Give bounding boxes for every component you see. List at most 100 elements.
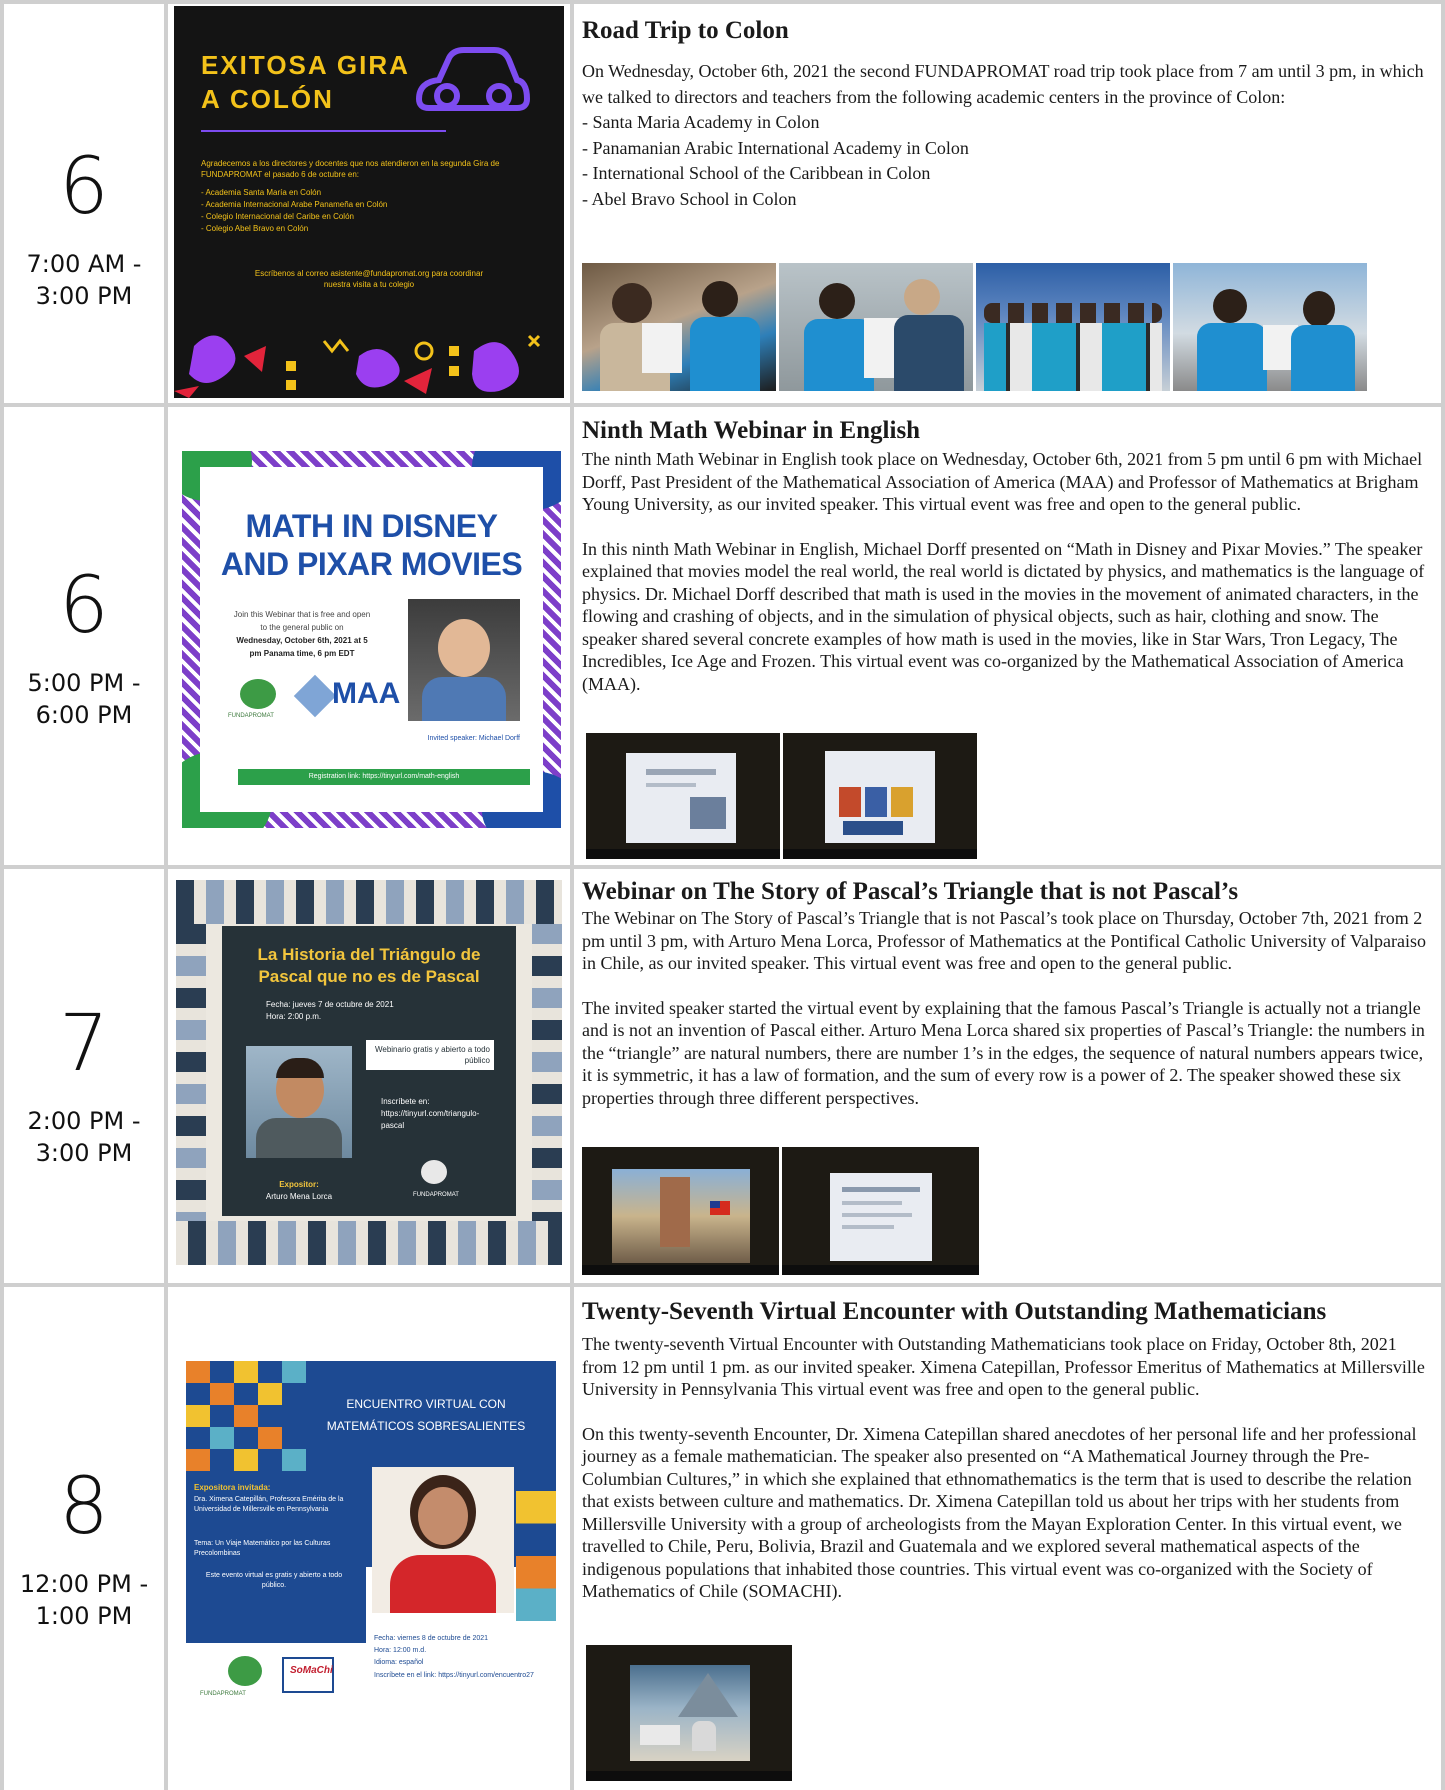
list-item: - International School of the Caribbean … <box>582 163 931 183</box>
event-description: In this ninth Math Webinar in English, M… <box>582 538 1425 694</box>
fundapromat-logo <box>240 679 276 709</box>
poster-hour: Hora: 2:00 p.m. <box>266 1012 322 1021</box>
event-description: The twenty-seventh Virtual Encounter wit… <box>582 1334 1425 1399</box>
event-day: 7 <box>59 999 109 1089</box>
event-date: 7 2:00 PM - 3:00 PM <box>4 1005 164 1169</box>
triangle-pattern-bottom <box>176 1221 562 1265</box>
poster-register: Registration link: https://tinyurl.com/m… <box>238 769 530 785</box>
poster-body: Join this Webinar that is free and open … <box>233 610 371 632</box>
poster-org: FUNDAPROMAT <box>228 713 274 719</box>
event-school-list: - Santa Maria Academy in Colon - Panaman… <box>582 110 1432 212</box>
poster-org: FUNDAPROMAT <box>413 1192 459 1198</box>
event-photo <box>976 263 1170 391</box>
color-blocks <box>516 1491 556 1621</box>
mosaic <box>186 1361 306 1473</box>
event-photo-gallery <box>586 733 977 859</box>
poster-free: Este evento virtual es gratis y abierto … <box>205 1572 343 1589</box>
grid-row-3 <box>0 1283 1445 1287</box>
event-photo-gallery <box>582 1147 979 1275</box>
grid-border-right <box>1441 0 1445 1790</box>
speaker-photo <box>246 1046 352 1158</box>
event-photo-gallery <box>582 263 1367 391</box>
poster-org2: SoMaChi <box>290 1665 333 1676</box>
poster-register: Inscríbete en: https://tinyurl.com/trian… <box>381 1097 480 1130</box>
poster-speaker-label: Expositor: <box>279 1180 319 1189</box>
grid-col-2 <box>570 0 574 1790</box>
poster-date: Wednesday, October 6th, 2021 at 5 pm Pan… <box>236 636 368 658</box>
poster-headline: ENCUENTRO VIRTUAL CON MATEMÁTICOS SOBRES… <box>326 1397 526 1433</box>
event-title: Road Trip to Colon <box>582 17 789 44</box>
triangle-pattern-top <box>176 880 562 924</box>
event-content: Road Trip to Colon On Wednesday, October… <box>582 16 1432 212</box>
poster-free: Webinario gratis y abierto a todo públic… <box>366 1040 494 1070</box>
event-content: Twenty-Seventh Virtual Encounter with Ou… <box>582 1297 1432 1603</box>
event-title: Twenty-Seventh Virtual Encounter with Ou… <box>582 1298 1327 1325</box>
fundapromat-logo <box>421 1160 447 1184</box>
event-time: 5:00 PM - 6:00 PM <box>27 669 141 729</box>
poster-encuentro: ENCUENTRO VIRTUAL CON MATEMÁTICOS SOBRES… <box>186 1361 556 1745</box>
poster-speaker-label: Expositora invitada: <box>194 1483 271 1492</box>
event-content: Ninth Math Webinar in English The ninth … <box>582 416 1432 695</box>
list-item: - Panamanian Arabic International Academ… <box>582 137 969 158</box>
event-title: Ninth Math Webinar in English <box>582 417 921 444</box>
event-day: 6 <box>59 142 109 232</box>
event-photo <box>779 263 973 391</box>
event-time: 12:00 PM - 1:00 PM <box>19 1570 149 1630</box>
poster-cta: Escríbenos al correo asistente@fundaprom… <box>254 269 484 289</box>
event-description: The invited speaker started the virtual … <box>582 997 1425 1108</box>
poster-item: - Colegio Abel Bravo en Colón <box>201 224 309 233</box>
event-content: Webinar on The Story of Pascal’s Triangl… <box>582 877 1432 1109</box>
event-screenshot <box>586 733 780 859</box>
poster-math-disney: MATH IN DISNEY AND PIXAR MOVIES Join thi… <box>182 451 561 828</box>
poster-body: Agradecemos a los directores y docentes … <box>201 159 500 179</box>
poster-headline: EXITOSA GIRA A COLÓN <box>201 50 410 114</box>
poster-topic: Tema: Un Viaje Matemático por las Cultur… <box>194 1540 331 1557</box>
list-item: - Santa Maria Academy in Colon <box>582 112 820 132</box>
event-screenshot <box>582 1147 779 1275</box>
event-date: 8 12:00 PM - 1:00 PM <box>4 1468 164 1632</box>
poster-item: - Colegio Internacional del Caribe en Co… <box>201 212 354 221</box>
poster-speaker: Dra. Ximena Catepillán, Profesora Emérit… <box>194 1496 344 1513</box>
poster-date: Fecha: viernes 8 de octubre de 2021 <box>374 1635 489 1642</box>
event-time: 7:00 AM - 3:00 PM <box>26 250 142 310</box>
poster-register: Inscríbete en el link: https://tinyurl.c… <box>374 1672 534 1679</box>
grid-border-top <box>0 0 1445 4</box>
triangle-pattern-left <box>176 924 206 1221</box>
poster-headline: MATH IN DISNEY AND PIXAR MOVIES <box>220 508 523 582</box>
event-description: The ninth Math Webinar in English took p… <box>582 449 1423 514</box>
poster-pascal: La Historia del Triángulo de Pascal que … <box>176 880 562 1265</box>
grid-col-1 <box>164 0 168 1790</box>
event-description: The Webinar on The Story of Pascal’s Tri… <box>582 908 1426 973</box>
event-title: Webinar on The Story of Pascal’s Triangl… <box>582 878 1239 905</box>
poster-lang: Idioma: español <box>374 1659 424 1666</box>
grid-row-2 <box>0 865 1445 869</box>
event-description: On this twenty-seventh Encounter, Dr. Xi… <box>582 1423 1417 1602</box>
poster-hour: Hora: 12:00 m.d. <box>374 1647 427 1654</box>
poster-headline: La Historia del Triángulo de Pascal que … <box>257 945 481 986</box>
poster-divider <box>201 130 446 132</box>
poster-colon: EXITOSA GIRA A COLÓN Agradecemos a los d… <box>174 6 564 398</box>
poster-item: - Academia Internacional Arabe Panameña … <box>201 200 388 209</box>
confetti-shapes <box>174 334 541 398</box>
event-time: 2:00 PM - 3:00 PM <box>27 1107 141 1167</box>
speaker-photo <box>372 1467 514 1613</box>
event-photo-gallery <box>586 1645 792 1781</box>
poster-org: FUNDAPROMAT <box>200 1691 246 1697</box>
event-day: 6 <box>59 561 109 651</box>
fundapromat-logo <box>228 1656 262 1686</box>
car-icon <box>415 47 531 111</box>
triangle-pattern-right <box>532 924 562 1221</box>
event-description: On Wednesday, October 6th, 2021 the seco… <box>582 61 1424 107</box>
poster-speaker: Invited speaker: Michael Dorff <box>427 735 520 742</box>
events-table: 6 7:00 AM - 3:00 PM EXITOSA GIRA A COLÓN… <box>0 0 1445 1790</box>
speaker-photo <box>408 599 520 721</box>
event-screenshot <box>783 733 977 859</box>
event-date: 6 5:00 PM - 6:00 PM <box>4 567 164 731</box>
event-date: 6 7:00 AM - 3:00 PM <box>4 148 164 312</box>
event-screenshot <box>586 1645 792 1781</box>
grid-row-1 <box>0 403 1445 407</box>
poster-speaker: Arturo Mena Lorca <box>265 1192 333 1201</box>
poster-item: - Academia Santa María en Colón <box>201 188 322 197</box>
event-photo <box>582 263 776 391</box>
poster-maa: MAA <box>332 677 401 710</box>
